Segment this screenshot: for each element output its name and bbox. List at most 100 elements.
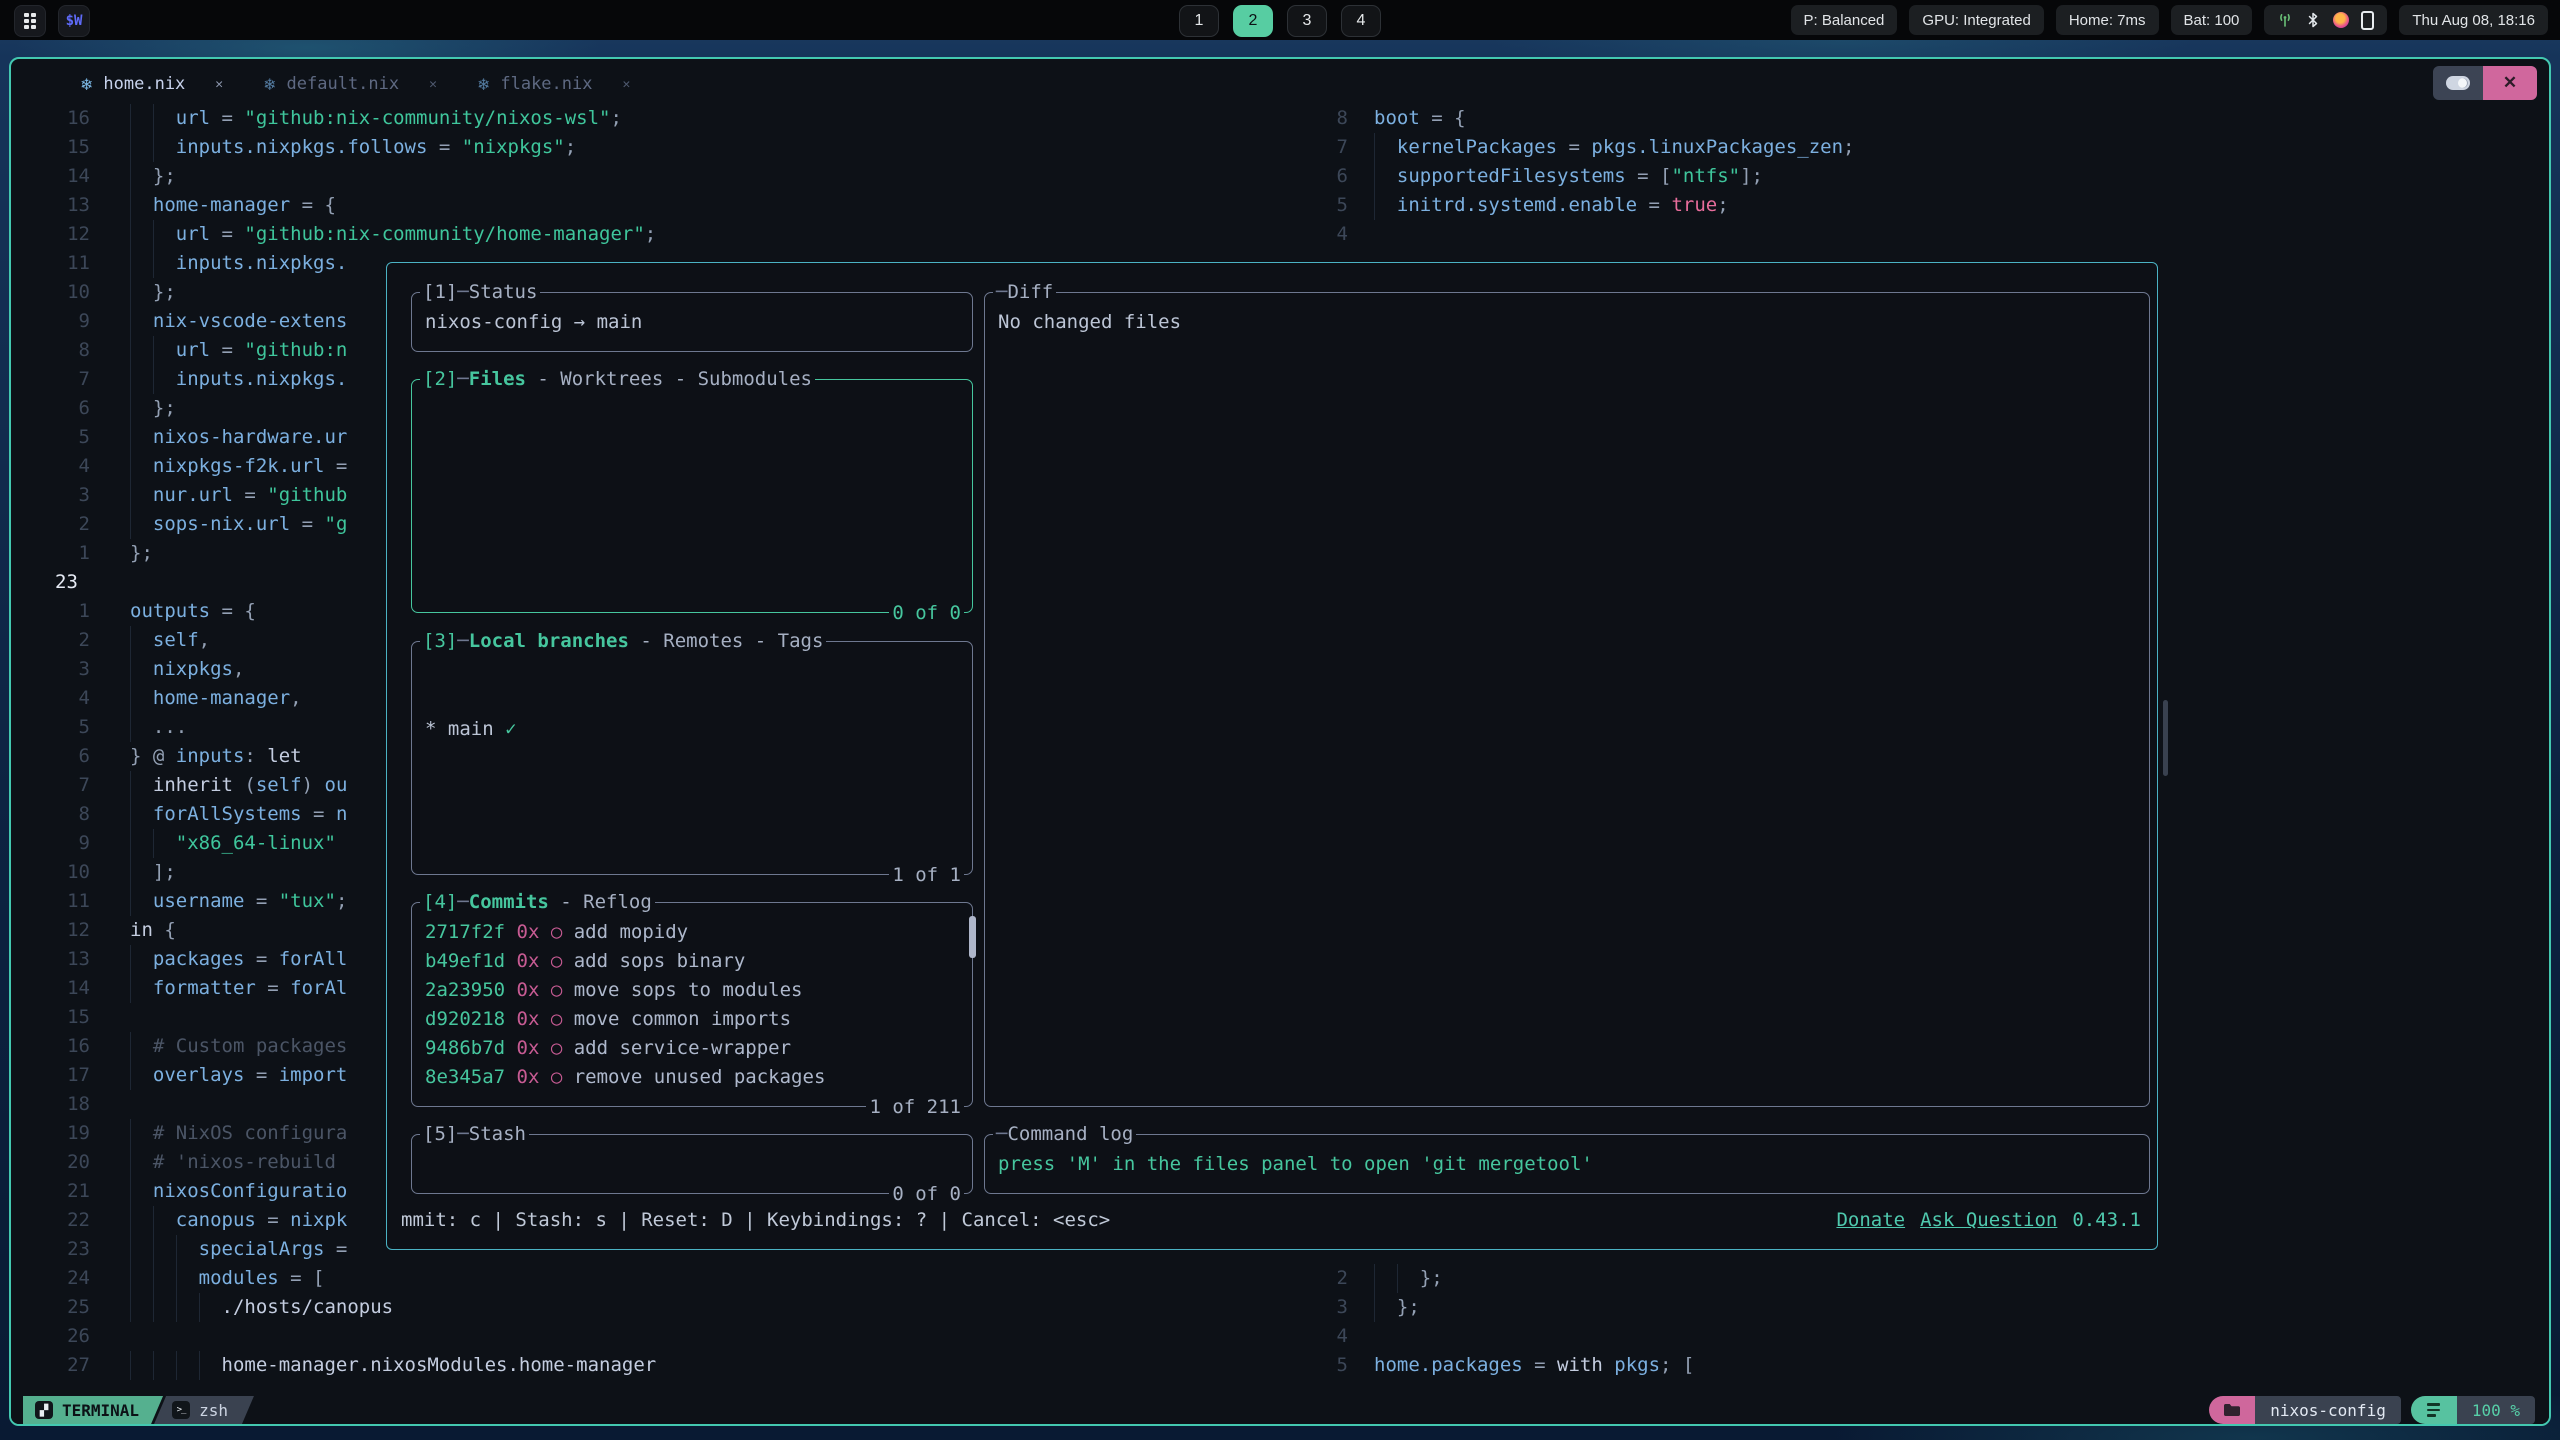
line-number: 12 (29, 220, 90, 249)
line-number: 15 (29, 133, 90, 162)
version-label: 0.43.1 (2072, 1206, 2141, 1235)
keybindings-bar: mmit: c | Stash: s | Reset: D | Keybindi… (401, 1206, 1110, 1235)
tab-close-icon[interactable] (215, 77, 223, 92)
line-number: 20 (29, 1148, 90, 1177)
line-number: 5 (1279, 1351, 1348, 1380)
tab-bar: ❄ home.nix ❄ default.nix ❄ flake.nix (66, 65, 656, 103)
workspace-label: 4 (1357, 12, 1366, 30)
desktop: $W 1 2 3 4 P: Balanced GPU: Integrated H… (0, 0, 2560, 1440)
workspace-label: 2 (1249, 12, 1258, 30)
latency-pill[interactable]: Home: 7ms (2056, 5, 2159, 35)
code-line: 5 initrd.systemd.enable = true; (1279, 191, 2543, 220)
workspace-3[interactable]: 3 (1287, 5, 1327, 37)
donate-link[interactable]: Donate (1836, 1206, 1905, 1235)
commits-panel[interactable]: [4]─Commits - Reflog 2717f2f 0x ○ add mo… (411, 902, 973, 1107)
commit-row[interactable]: 8e345a7 0x ○ remove unused packages (425, 1063, 972, 1092)
system-tray (2264, 5, 2387, 35)
mode-segment: TERMINAL (23, 1396, 163, 1424)
files-panel[interactable]: [2]─Files - Worktrees - Submodules 0 of … (411, 379, 973, 613)
line-number: 5 (29, 713, 90, 742)
code-line: 7 kernelPackages = pkgs.linuxPackages_ze… (1279, 133, 2543, 162)
branches-panel[interactable]: [3]─Local branches - Remotes - Tags * ma… (411, 641, 973, 875)
window-close-button[interactable] (2483, 66, 2537, 100)
commits-list: 2717f2f 0x ○ add mopidyb49ef1d 0x ○ add … (412, 903, 972, 1092)
branch-row[interactable]: * main ✓ (425, 715, 972, 744)
bluetooth-icon[interactable] (2305, 12, 2321, 28)
tab-close-icon[interactable] (429, 77, 437, 92)
code-line: 16 url = "github:nix-community/nixos-wsl… (29, 104, 1275, 133)
commit-row[interactable]: 9486b7d 0x ○ add service-wrapper (425, 1034, 972, 1063)
repo-chip[interactable]: nixos-config (2209, 1396, 2401, 1424)
code-line: 27 home-manager.nixosModules.home-manage… (29, 1351, 1275, 1380)
branch-check-icon: ✓ (505, 718, 516, 740)
top-bar-right: P: Balanced GPU: Integrated Home: 7ms Ba… (1791, 5, 2548, 35)
tab-home-nix[interactable]: ❄ home.nix (66, 65, 249, 103)
tab-label: default.nix (287, 74, 400, 94)
media-icon[interactable] (2333, 12, 2349, 28)
line-number: 23 (29, 568, 90, 597)
commit-row[interactable]: d920218 0x ○ move common imports (425, 1005, 972, 1034)
antenna-icon[interactable] (2277, 12, 2293, 28)
tab-flake-nix[interactable]: ❄ flake.nix (463, 65, 656, 103)
editor-window: ❄ home.nix ❄ default.nix ❄ flake.nix 16 … (9, 57, 2551, 1426)
folder-icon (2223, 1403, 2241, 1417)
line-number: 3 (29, 655, 90, 684)
list-icon-cap (2411, 1396, 2457, 1424)
terminal-logo-icon (35, 1401, 53, 1419)
top-bar: $W 1 2 3 4 P: Balanced GPU: Integrated H… (0, 0, 2560, 40)
toggle-button[interactable] (2433, 66, 2483, 100)
tab-default-nix[interactable]: ❄ default.nix (249, 65, 463, 103)
gpu-pill[interactable]: GPU: Integrated (1909, 5, 2043, 35)
status-bar-right: nixos-config 100 % (2209, 1396, 2535, 1424)
line-number: 14 (29, 974, 90, 1003)
commits-scrollbar-thumb[interactable] (969, 916, 976, 958)
line-number: 2 (1279, 1264, 1348, 1293)
line-number: 8 (29, 336, 90, 365)
window-controls (2433, 66, 2537, 100)
tab-close-icon[interactable] (622, 77, 630, 92)
percent-chip[interactable]: 100 % (2411, 1396, 2535, 1424)
code-line: 26 (29, 1322, 1275, 1351)
launcher-button[interactable] (14, 5, 46, 37)
ask-question-link[interactable]: Ask Question (1920, 1206, 2057, 1235)
commit-row[interactable]: b49ef1d 0x ○ add sops binary (425, 947, 972, 976)
command-log-panel[interactable]: ─Command log press 'M' in the files pane… (984, 1134, 2150, 1194)
code-line: 8boot = { (1279, 104, 2543, 133)
commits-count: 1 of 211 (866, 1096, 964, 1118)
files-panel-title: [2]─Files - Worktrees - Submodules (420, 368, 815, 390)
status-panel[interactable]: [1]─Status nixos-config → main (411, 292, 973, 352)
diff-panel[interactable]: ─Diff No changed files (984, 292, 2150, 1107)
line-number: 6 (29, 742, 90, 771)
stash-panel[interactable]: [5]─Stash 0 of 0 (411, 1134, 973, 1194)
code-line: 24 modules = [ (29, 1264, 1275, 1293)
pane-scrollbar-thumb[interactable] (2163, 700, 2168, 776)
phone-icon[interactable] (2361, 11, 2374, 30)
line-number: 6 (1279, 162, 1348, 191)
line-number: 6 (29, 394, 90, 423)
commit-row[interactable]: 2a23950 0x ○ move sops to modules (425, 976, 972, 1005)
logo-badge[interactable]: $W (58, 5, 90, 37)
toggle-icon (2446, 76, 2470, 90)
code-line: 6 supportedFilesystems = ["ntfs"]; (1279, 162, 2543, 191)
workspace-1[interactable]: 1 (1179, 5, 1219, 37)
command-log-content: press 'M' in the files panel to open 'gi… (998, 1150, 2149, 1179)
diff-content: No changed files (998, 308, 2149, 337)
code-line: 4 (1279, 220, 2543, 249)
line-number: 5 (1279, 191, 1348, 220)
power-profile-pill[interactable]: P: Balanced (1791, 5, 1898, 35)
files-count: 0 of 0 (889, 602, 964, 624)
percent-label: 100 % (2457, 1396, 2535, 1424)
line-number: 26 (29, 1322, 90, 1351)
line-number: 11 (29, 249, 90, 278)
status-content: nixos-config → main (425, 308, 972, 337)
workspace-2[interactable]: 2 (1233, 5, 1273, 37)
tab-label: flake.nix (500, 74, 592, 94)
clock-pill: Thu Aug 08, 18:16 (2399, 5, 2548, 35)
line-number: 2 (29, 626, 90, 655)
commit-row[interactable]: 2717f2f 0x ○ add mopidy (425, 918, 972, 947)
workspace-4[interactable]: 4 (1341, 5, 1381, 37)
line-number: 3 (29, 481, 90, 510)
workspace-switcher: 1 2 3 4 (1179, 5, 1381, 37)
line-number: 23 (29, 1235, 90, 1264)
battery-pill[interactable]: Bat: 100 (2171, 5, 2253, 35)
